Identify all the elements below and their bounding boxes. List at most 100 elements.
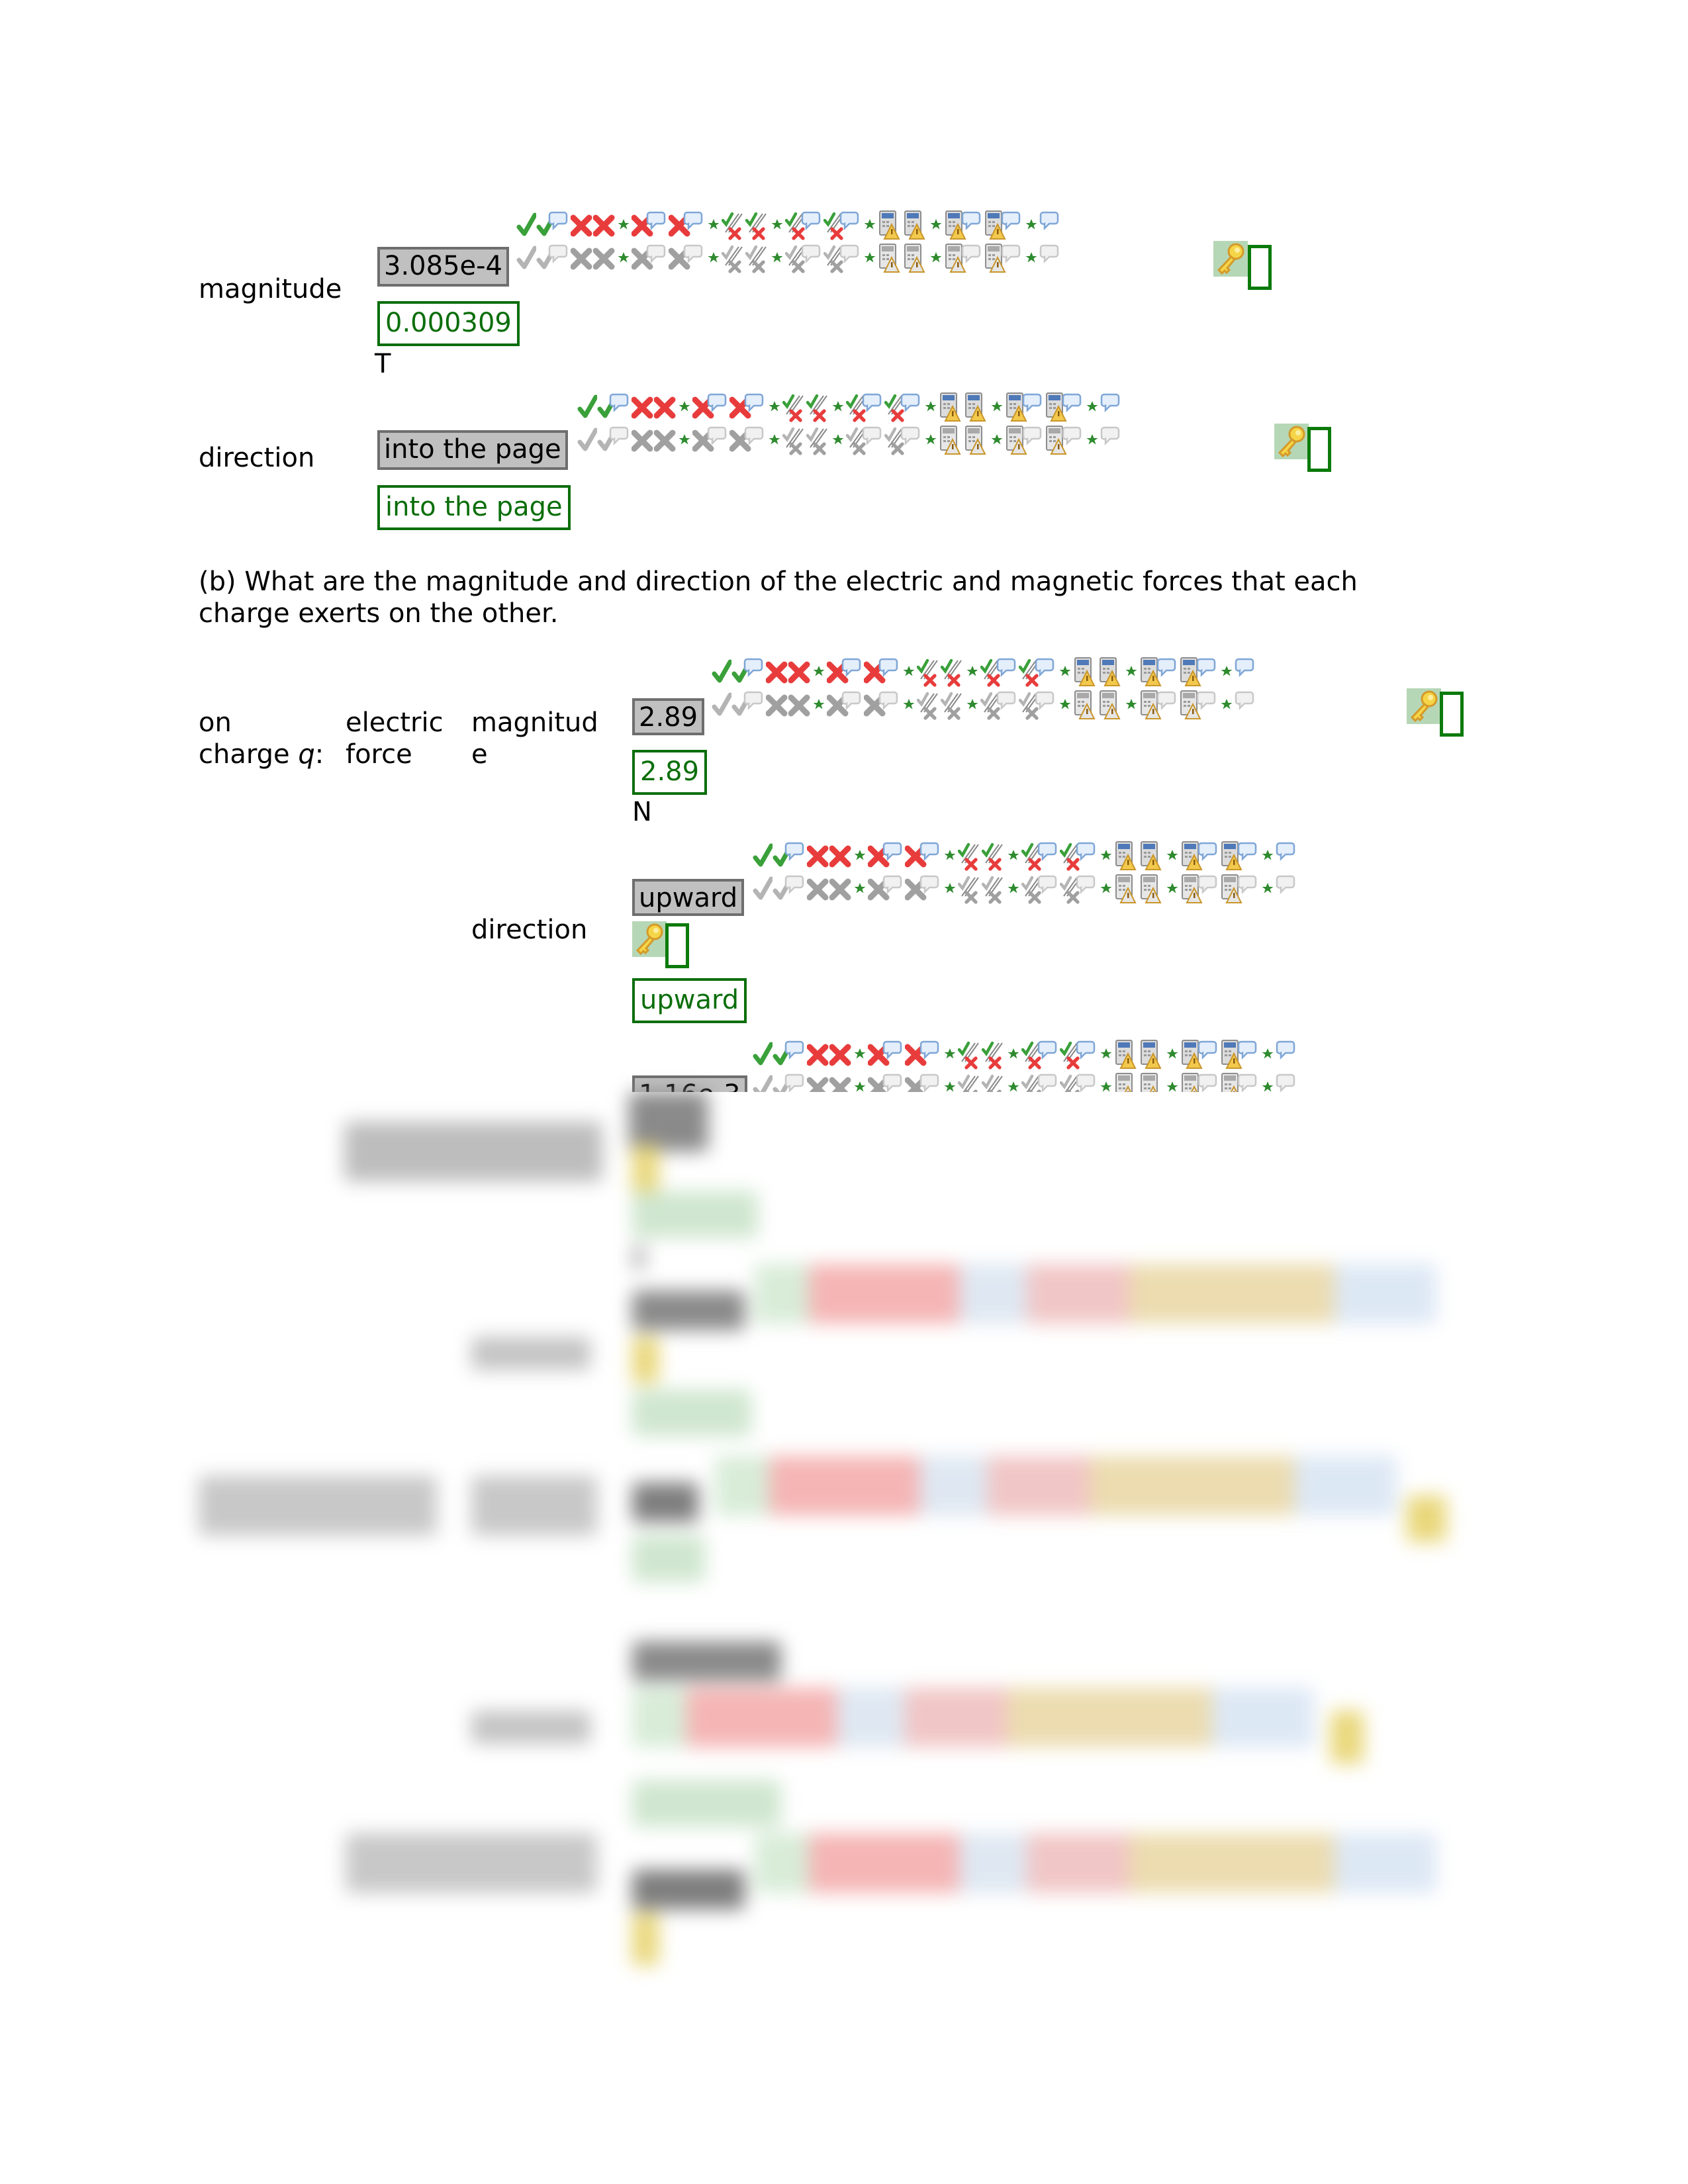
check-comment-icon[interactable] [597, 425, 632, 455]
x-comment-icon[interactable] [827, 657, 864, 687]
x-icon[interactable] [571, 243, 593, 273]
partial-comment-icon[interactable] [823, 210, 862, 240]
calculator-warning-comment-icon[interactable] [1139, 690, 1179, 720]
star-icon[interactable] [989, 392, 1005, 422]
partial-icon[interactable] [958, 841, 982, 871]
partial-comment-icon[interactable] [1060, 1072, 1098, 1092]
x-icon[interactable] [593, 243, 616, 273]
x-icon[interactable] [654, 392, 677, 422]
x-icon[interactable] [788, 657, 811, 687]
star-icon[interactable] [862, 243, 878, 273]
comment-icon[interactable] [1100, 425, 1123, 455]
partial-comment-icon[interactable] [823, 243, 862, 273]
star-icon[interactable] [1164, 1072, 1180, 1092]
calculator-warning-icon[interactable] [1114, 874, 1139, 904]
partial-icon[interactable] [982, 1072, 1006, 1092]
star-icon[interactable] [964, 657, 980, 687]
answer-input-box[interactable] [1440, 692, 1464, 737]
partial-icon[interactable] [941, 690, 964, 720]
comment-icon[interactable] [1276, 874, 1298, 904]
partial-icon[interactable] [782, 425, 806, 455]
check-icon[interactable] [577, 425, 597, 455]
calculator-warning-comment-icon[interactable] [944, 210, 984, 240]
partial-comment-icon[interactable] [1019, 657, 1057, 687]
check-icon[interactable] [577, 392, 597, 422]
calculator-warning-comment-icon[interactable] [984, 210, 1023, 240]
calculator-warning-icon[interactable] [964, 392, 989, 422]
star-icon[interactable] [769, 210, 785, 240]
calculator-warning-icon[interactable] [1139, 841, 1164, 871]
calculator-warning-icon[interactable] [1139, 874, 1164, 904]
check-comment-icon[interactable] [536, 210, 571, 240]
star-icon[interactable] [942, 1072, 958, 1092]
check-comment-icon[interactable] [597, 392, 632, 422]
x-comment-icon[interactable] [864, 657, 901, 687]
calculator-warning-icon[interactable] [1114, 1072, 1139, 1092]
star-icon[interactable] [1260, 1072, 1276, 1092]
partial-icon[interactable] [958, 874, 982, 904]
x-icon[interactable] [829, 841, 852, 871]
star-icon[interactable] [1023, 210, 1039, 240]
x-icon[interactable] [788, 690, 811, 720]
comment-icon[interactable] [1276, 1072, 1298, 1092]
partial-comment-icon[interactable] [884, 425, 923, 455]
partial-icon[interactable] [941, 657, 964, 687]
star-icon[interactable] [964, 690, 980, 720]
star-icon[interactable] [1023, 243, 1039, 273]
partial-comment-icon[interactable] [1021, 874, 1060, 904]
star-icon[interactable] [1084, 392, 1100, 422]
check-icon[interactable] [516, 243, 536, 273]
calculator-warning-comment-icon[interactable] [1005, 392, 1045, 422]
x-icon[interactable] [571, 210, 593, 240]
partial-icon[interactable] [982, 874, 1006, 904]
star-icon[interactable] [923, 392, 939, 422]
partial-icon[interactable] [782, 392, 806, 422]
x-comment-icon[interactable] [729, 392, 767, 422]
star-icon[interactable] [1057, 657, 1073, 687]
calculator-warning-comment-icon[interactable] [984, 243, 1023, 273]
star-icon[interactable] [1006, 841, 1021, 871]
star-icon[interactable] [989, 425, 1005, 455]
x-comment-icon[interactable] [827, 690, 864, 720]
calculator-warning-icon[interactable] [1139, 1072, 1164, 1092]
calculator-warning-icon[interactable] [903, 243, 928, 273]
x-icon[interactable] [829, 1072, 852, 1092]
calculator-warning-comment-icon[interactable] [1179, 657, 1219, 687]
star-icon[interactable] [942, 841, 958, 871]
partial-icon[interactable] [722, 210, 745, 240]
star-icon[interactable] [901, 657, 917, 687]
x-comment-icon[interactable] [669, 243, 706, 273]
star-icon[interactable] [769, 243, 785, 273]
x-comment-icon[interactable] [632, 243, 669, 273]
calculator-warning-comment-icon[interactable] [944, 243, 984, 273]
star-icon[interactable] [811, 657, 827, 687]
star-icon[interactable] [767, 425, 782, 455]
calculator-warning-comment-icon[interactable] [1045, 392, 1084, 422]
partial-icon[interactable] [745, 210, 769, 240]
star-icon[interactable] [1219, 690, 1235, 720]
star-icon[interactable] [901, 690, 917, 720]
star-icon[interactable] [677, 425, 692, 455]
check-icon[interactable] [712, 690, 731, 720]
check-icon[interactable] [516, 210, 536, 240]
answer-input-box[interactable] [1248, 245, 1272, 290]
star-icon[interactable] [1098, 1072, 1114, 1092]
calculator-warning-comment-icon[interactable] [1179, 690, 1219, 720]
x-comment-icon[interactable] [864, 690, 901, 720]
star-icon[interactable] [1098, 841, 1114, 871]
partial-icon[interactable] [806, 425, 830, 455]
check-comment-icon[interactable] [536, 243, 571, 273]
partial-icon[interactable] [722, 243, 745, 273]
calculator-warning-icon[interactable] [1098, 690, 1123, 720]
calculator-warning-comment-icon[interactable] [1220, 841, 1260, 871]
partial-icon[interactable] [745, 243, 769, 273]
partial-comment-icon[interactable] [785, 210, 823, 240]
x-icon[interactable] [829, 874, 852, 904]
calculator-warning-comment-icon[interactable] [1220, 874, 1260, 904]
key-icon[interactable] [1274, 424, 1309, 459]
x-icon[interactable] [807, 874, 829, 904]
x-comment-icon[interactable] [868, 841, 905, 871]
calculator-warning-comment-icon[interactable] [1180, 841, 1220, 871]
comment-icon[interactable] [1100, 392, 1123, 422]
comment-icon[interactable] [1235, 657, 1257, 687]
